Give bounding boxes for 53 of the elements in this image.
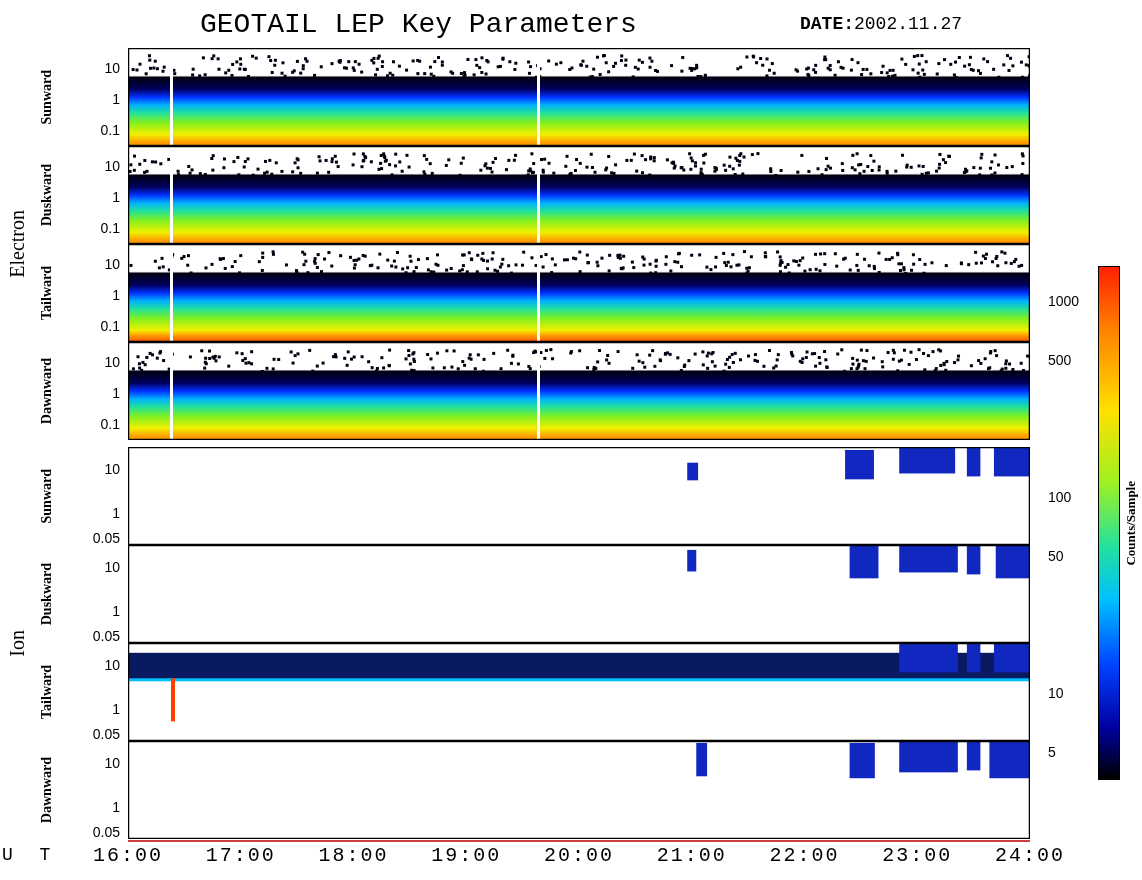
y-tick-label: 1: [112, 286, 120, 303]
y-tick-label: 10: [104, 754, 120, 771]
y-tick-label: 0.05: [92, 530, 120, 547]
y-tick-label: 0.05: [92, 726, 120, 743]
y-tick-label: 1: [112, 384, 120, 401]
y-tick-label: 0.1: [100, 122, 120, 139]
x-tick-label: 19:00: [431, 844, 502, 867]
x-tick-label: 24:00: [995, 844, 1065, 867]
colorbar-tick-label: 100: [1048, 488, 1072, 505]
x-axis-label: U T: [2, 845, 59, 865]
panel-label: Sunward: [39, 468, 55, 524]
x-tick-label: 23:00: [882, 844, 953, 867]
y-tick-label: 10: [104, 255, 120, 272]
chart-title: GEOTAIL LEP Key Parameters: [200, 8, 638, 40]
y-tick-label: 0.1: [100, 318, 120, 335]
y-tick-label: 0.1: [100, 220, 120, 237]
y-tick-label: 1: [112, 700, 120, 717]
x-tick-label: 18:00: [318, 844, 389, 867]
colorbar-tick-label: 1000: [1048, 292, 1080, 309]
y-tick-label: 1: [112, 188, 120, 205]
x-tick-label: 17:00: [205, 844, 276, 867]
y-tick-label: 10: [104, 353, 120, 370]
colorbar-tick-label: 500: [1048, 351, 1072, 368]
colorbar-tick-label: 5: [1048, 743, 1056, 760]
x-tick-label: 20:00: [544, 844, 614, 867]
y-tick-label: 1: [112, 504, 120, 521]
colorbar-tick-label: 50: [1048, 547, 1064, 564]
group-label: Ion: [5, 629, 29, 657]
panel-label: Sunward: [39, 69, 55, 125]
panel-label: Duskward: [39, 562, 55, 626]
y-tick-label: 0.1: [100, 416, 120, 433]
y-tick-label: 10: [104, 157, 120, 174]
y-tick-label: 10: [104, 656, 120, 673]
panel-label: Duskward: [39, 163, 55, 227]
colorbar-label: Counts/Sample: [1123, 480, 1139, 566]
y-tick-label: 10: [104, 460, 120, 477]
panel-label: Dawnward: [39, 756, 55, 824]
y-tick-label: 1: [112, 90, 120, 107]
x-tick-label: 22:00: [769, 844, 840, 867]
panel-label: Tailward: [39, 665, 55, 719]
colorbar-tick-label: 10: [1048, 684, 1064, 701]
y-tick-label: 0.05: [92, 824, 120, 841]
group-label: Electron: [5, 210, 29, 278]
y-tick-label: 1: [112, 798, 120, 815]
y-tick-label: 1: [112, 602, 120, 619]
date-label: DATE:2002.11.27: [800, 14, 963, 34]
y-tick-label: 0.05: [92, 628, 120, 645]
x-tick-label: 16:00: [93, 844, 163, 867]
y-tick-label: 10: [104, 59, 120, 76]
y-tick-label: 10: [104, 558, 120, 575]
x-tick-label: 21:00: [656, 844, 727, 867]
panel-label: Dawnward: [39, 357, 55, 425]
panel-label: Tailward: [39, 266, 55, 320]
